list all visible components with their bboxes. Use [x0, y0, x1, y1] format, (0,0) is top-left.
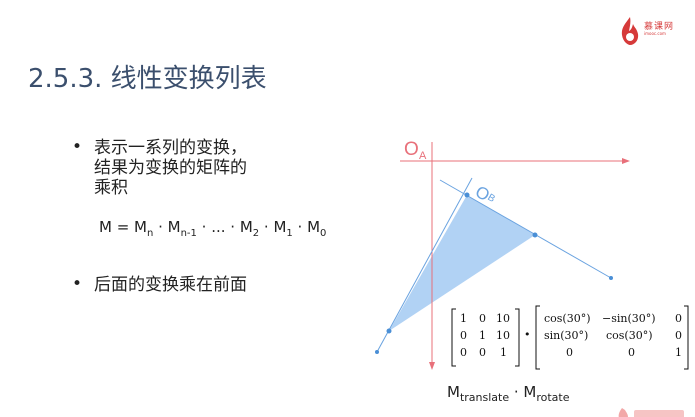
slide: 慕课网 imooc.com 2.5.3. 线性变换列表 • 表示一系列的变换， …: [0, 0, 695, 417]
matrix-cell: 10: [496, 312, 510, 325]
axis-end-point: [609, 276, 613, 280]
matrix-cell: 0: [675, 312, 682, 325]
matrix-cell: 0: [479, 346, 486, 359]
matrix-caption: Mtranslate · Mrotate: [447, 383, 570, 404]
matrix-cell: 10: [496, 329, 510, 342]
matrix-cell: cos(30°): [606, 329, 653, 342]
matrix-cell: cos(30°): [544, 312, 591, 325]
matrix-cell: 0: [479, 312, 486, 325]
footer-logo: [612, 404, 692, 417]
matrix-cell: 1: [460, 312, 467, 325]
dot-operator: •: [524, 328, 531, 341]
oa-x-arrow: [622, 158, 630, 164]
matrix-cell: 0: [460, 329, 467, 342]
matrix-cell: 1: [675, 346, 682, 359]
matrix-cell: 1: [479, 329, 486, 342]
caption-sub: rotate: [536, 391, 570, 404]
oa-label: O: [404, 139, 419, 160]
matrix-cell: 0: [566, 346, 573, 359]
vertex-point: [386, 328, 392, 334]
footer-flame-icon: [618, 408, 684, 417]
oa-y-arrow: [429, 362, 435, 370]
matrix-cell: sin(30°): [544, 329, 589, 342]
vertex-point: [464, 192, 470, 198]
axis-end-point: [375, 350, 379, 354]
matrix-cell: 0: [675, 329, 682, 342]
matrix-cell: 0: [460, 346, 467, 359]
matrix-cell: −sin(30°): [602, 312, 656, 325]
transformed-triangle: [389, 195, 535, 331]
caption-part: · M: [509, 383, 537, 401]
matrix-cell: 1: [500, 346, 507, 359]
caption-sub: translate: [459, 391, 510, 404]
oa-label-sub: A: [419, 150, 427, 162]
vertex-point: [532, 232, 538, 238]
caption-part: M: [447, 383, 460, 401]
coordinate-diagram: O A O B: [375, 139, 689, 370]
matrix-cell: 0: [628, 346, 635, 359]
